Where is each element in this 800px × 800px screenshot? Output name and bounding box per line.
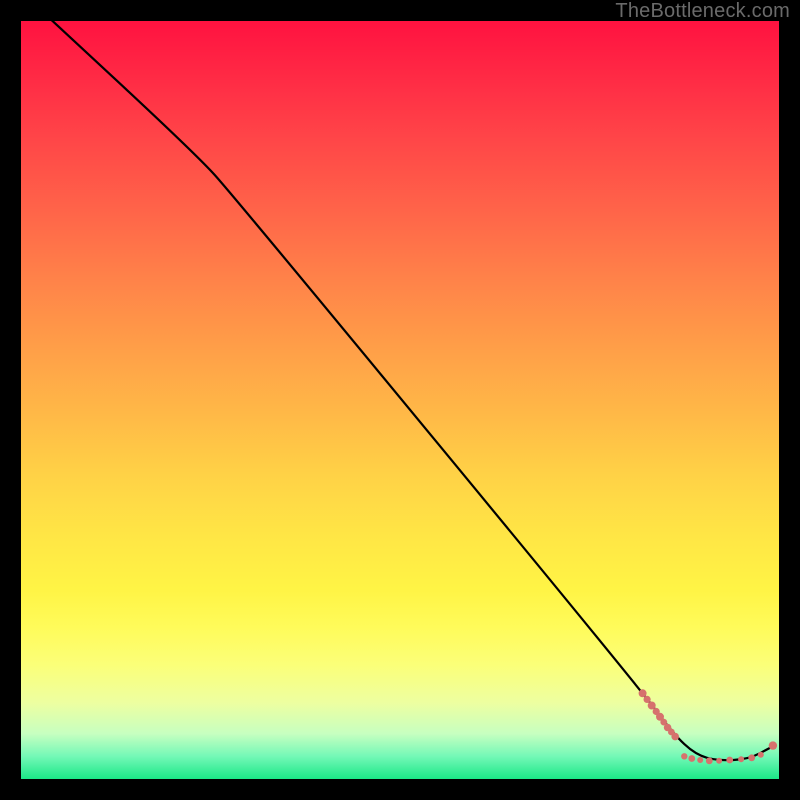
watermark-text: TheBottleneck.com xyxy=(615,0,790,23)
data-point xyxy=(738,756,744,762)
data-point xyxy=(716,758,722,764)
data-point xyxy=(748,754,755,761)
data-point xyxy=(769,741,777,749)
data-point xyxy=(681,753,687,759)
data-point xyxy=(639,689,647,697)
data-point xyxy=(758,752,764,758)
data-point xyxy=(644,696,651,703)
data-point xyxy=(648,702,656,710)
data-point xyxy=(697,757,703,763)
chart-svg xyxy=(21,21,779,779)
data-point xyxy=(688,755,695,762)
data-point xyxy=(726,757,733,764)
data-point xyxy=(671,733,679,741)
data-point xyxy=(706,757,713,764)
bottleneck-curve xyxy=(36,6,771,760)
data-points-group xyxy=(639,689,778,764)
